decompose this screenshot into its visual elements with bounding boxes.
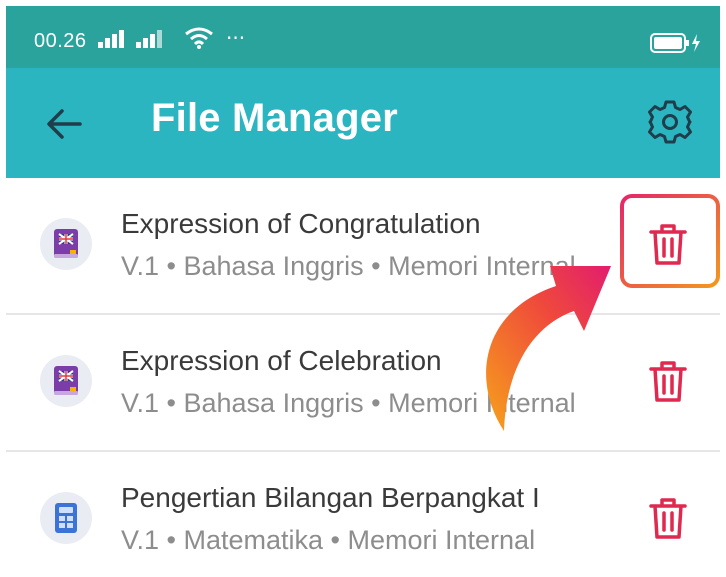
file-title: Expression of Congratulation <box>121 208 481 239</box>
english-book-icon <box>40 355 92 407</box>
app-bar: File Manager <box>6 68 720 178</box>
file-title: Expression of Celebration <box>121 345 442 376</box>
back-arrow-icon[interactable] <box>44 104 84 144</box>
status-more-indicator: ··· <box>226 26 246 50</box>
settings-gear-icon[interactable] <box>646 98 694 146</box>
file-subtitle: V.1 • Bahasa Inggris • Memori Internal <box>121 388 576 418</box>
signal-strength-icon <box>136 30 162 48</box>
file-list-item[interactable]: Pengertian Bilangan Berpangkat I V.1 • M… <box>6 452 720 577</box>
status-time: 00.26 <box>34 30 87 52</box>
file-subtitle: V.1 • Bahasa Inggris • Memori Internal <box>121 251 576 281</box>
file-title: Pengertian Bilangan Berpangkat I <box>121 482 540 513</box>
wifi-icon <box>185 27 213 49</box>
english-book-icon <box>40 218 92 270</box>
signal-strength-icon <box>98 30 124 48</box>
file-subtitle: V.1 • Matematika • Memori Internal <box>121 525 536 555</box>
battery-charging-icon <box>650 33 700 53</box>
page-title: File Manager <box>151 96 398 140</box>
file-list-item[interactable]: Expression of Celebration V.1 • Bahasa I… <box>6 315 720 452</box>
app-frame: 00.26 ··· File Manager Expression of Con… <box>6 6 720 577</box>
trash-icon[interactable] <box>646 494 690 542</box>
status-bar: 00.26 ··· <box>6 6 720 68</box>
file-list: Expression of Congratulation V.1 • Bahas… <box>6 178 720 577</box>
trash-icon[interactable] <box>646 220 690 268</box>
trash-icon[interactable] <box>646 357 690 405</box>
file-list-item[interactable]: Expression of Congratulation V.1 • Bahas… <box>6 178 720 315</box>
calculator-icon <box>40 492 92 544</box>
